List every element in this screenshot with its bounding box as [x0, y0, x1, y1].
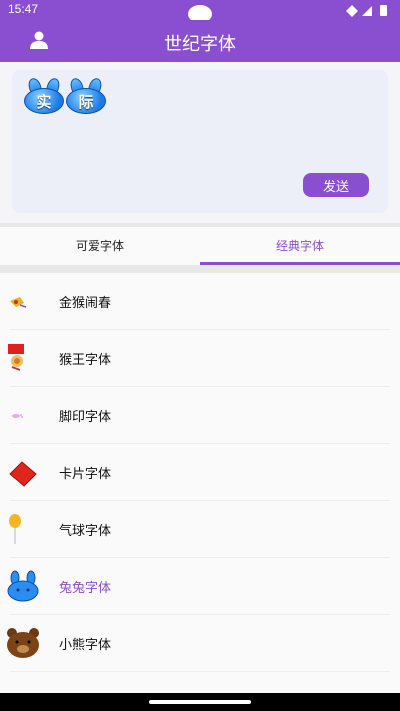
- balloon-icon: [9, 514, 21, 544]
- bunny-glyph: 实: [24, 76, 64, 114]
- list-item-balloon[interactable]: 气球字体: [0, 501, 400, 558]
- font-name: 卡片字体: [59, 467, 112, 482]
- signal-icon: [362, 6, 372, 16]
- bear-icon: [7, 628, 39, 658]
- system-nav-bar: [0, 693, 400, 711]
- divider: [0, 265, 400, 273]
- monkey-sticker-icon: [10, 297, 27, 308]
- status-bar: 15:47: [0, 0, 400, 23]
- font-name: 金猴闹春: [59, 296, 112, 311]
- home-handle[interactable]: [149, 700, 251, 704]
- app-bar: 世纪字体: [0, 20, 400, 62]
- wifi-icon: [346, 5, 358, 17]
- status-time: 15:47: [8, 2, 39, 16]
- monkey-king-icon: [8, 344, 24, 371]
- footprint-icon: [12, 414, 23, 418]
- font-name: 猴王字体: [59, 353, 112, 368]
- status-icons: [346, 5, 387, 17]
- list-item-bunny[interactable]: 兔兔字体: [0, 558, 400, 615]
- bunny-icon: [7, 570, 39, 602]
- list-item-card[interactable]: 卡片字体: [0, 444, 400, 501]
- send-button[interactable]: 发送: [303, 173, 369, 197]
- font-preview: 实 际: [24, 76, 106, 114]
- battery-icon: [380, 5, 387, 16]
- preview-char: 实: [24, 88, 64, 114]
- list-item-partial[interactable]: [0, 672, 400, 693]
- list-item-golden-monkey[interactable]: 金猴闹春: [0, 273, 400, 330]
- font-list: 金猴闹春 猴王字体 脚印字体 卡片字体 气球字体 兔兔字体 小熊字体: [0, 273, 400, 693]
- list-item-footprint[interactable]: 脚印字体: [0, 387, 400, 444]
- font-name: 小熊字体: [59, 638, 112, 653]
- app-title: 世纪字体: [164, 34, 236, 55]
- red-card-icon: [9, 461, 37, 487]
- font-name: 脚印字体: [59, 410, 112, 425]
- font-name: 气球字体: [59, 524, 112, 539]
- tab-bar: 可爱字体 经典字体: [0, 227, 400, 265]
- bunny-glyph: 际: [66, 76, 106, 114]
- tab-classic-fonts[interactable]: 经典字体: [200, 227, 400, 265]
- preview-char: 际: [66, 88, 106, 114]
- tab-cute-fonts[interactable]: 可爱字体: [0, 227, 200, 265]
- list-item-bear[interactable]: 小熊字体: [0, 615, 400, 672]
- leaf-icon: [6, 684, 40, 693]
- font-name: 兔兔字体: [59, 581, 112, 596]
- list-item-monkey-king[interactable]: 猴王字体: [0, 330, 400, 387]
- composer-panel[interactable]: 实 际 发送: [12, 70, 388, 213]
